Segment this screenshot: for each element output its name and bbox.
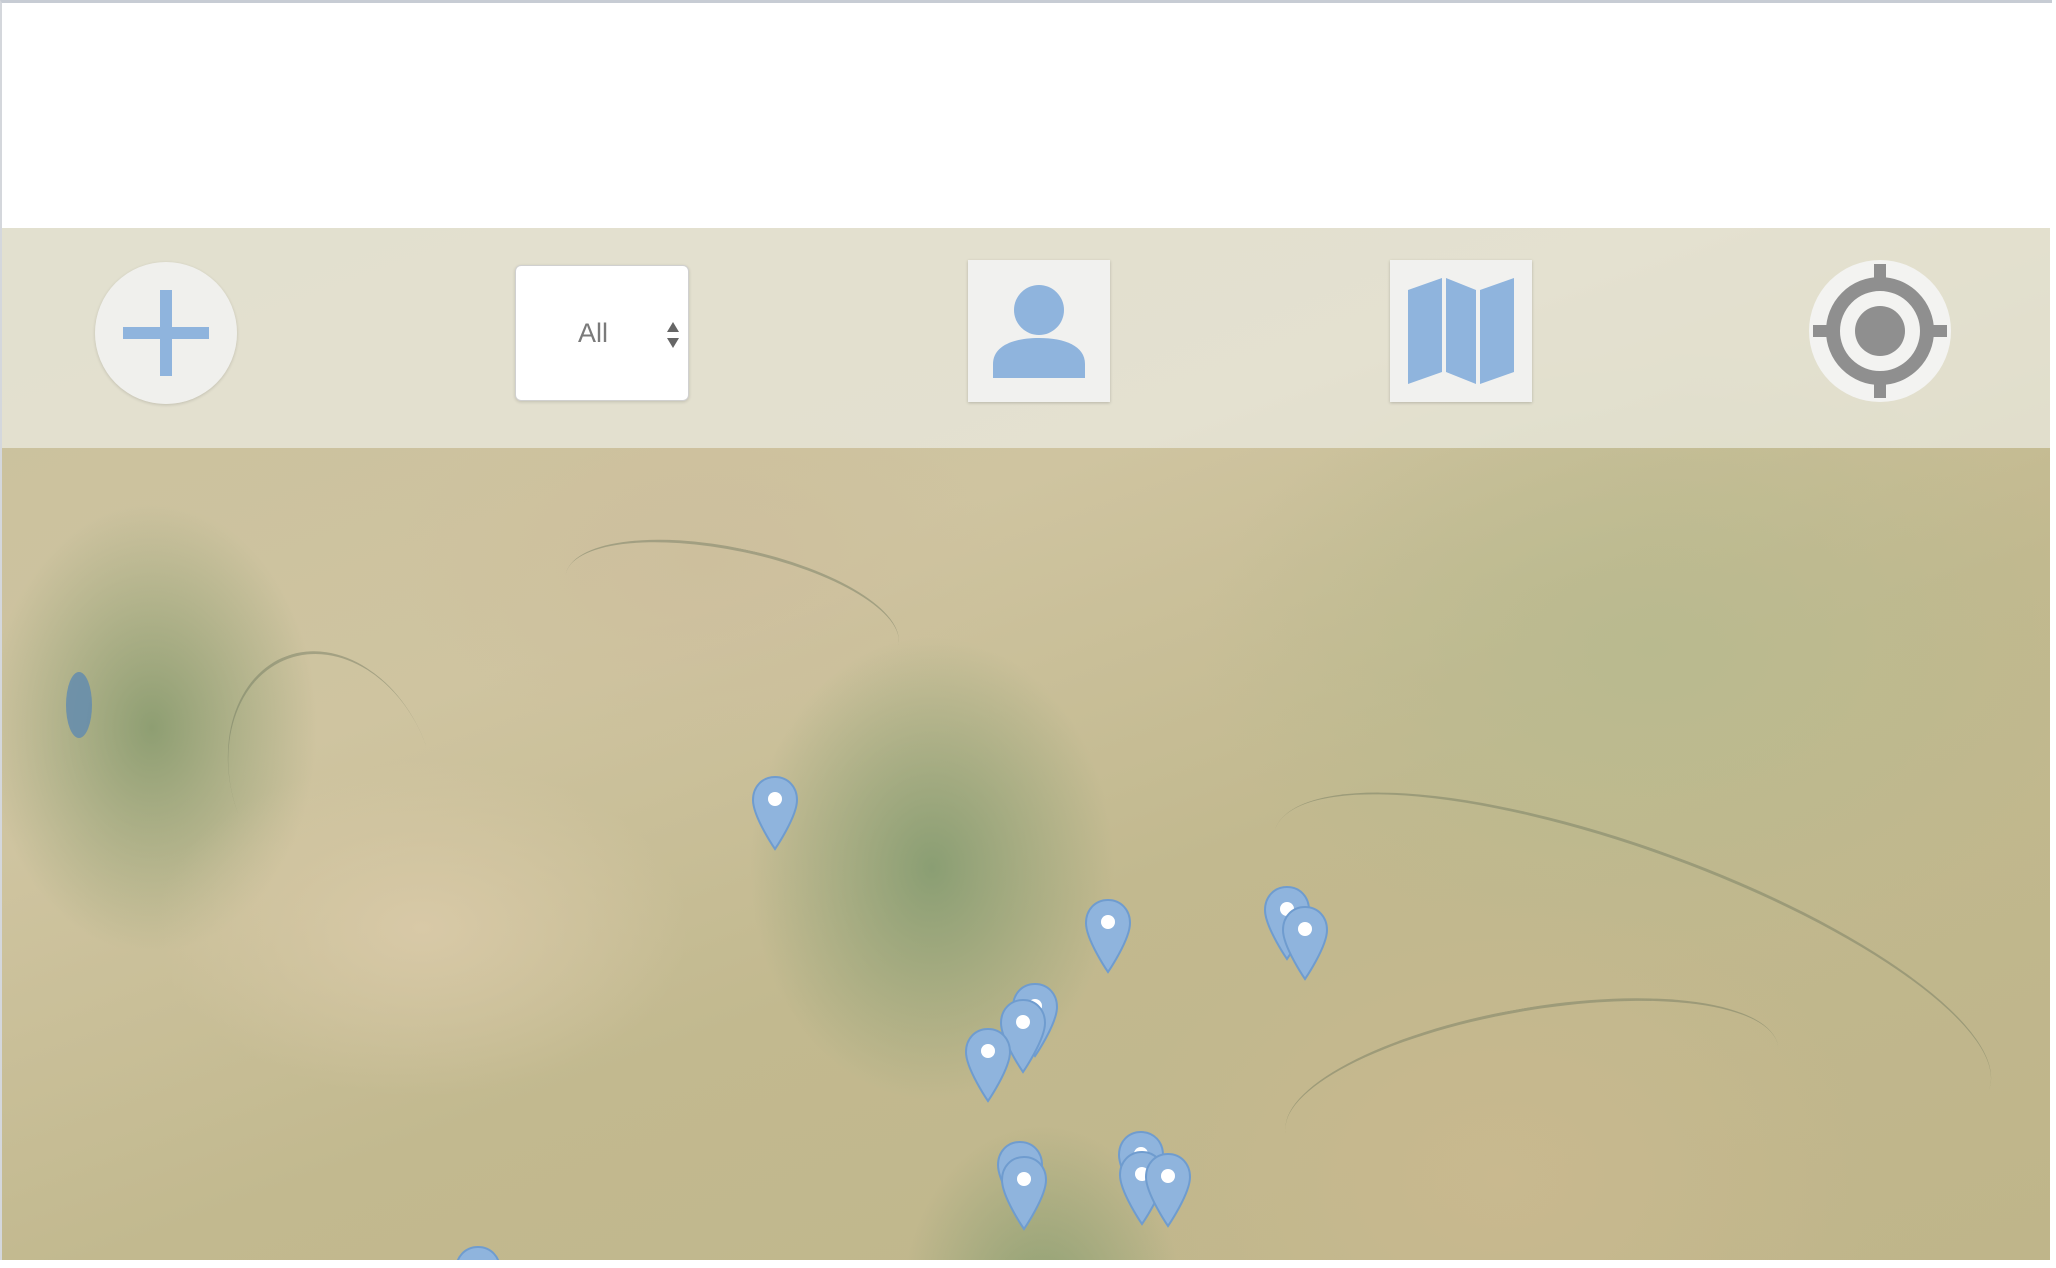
map-pin-icon[interactable] xyxy=(1143,1152,1193,1228)
map-pin-icon[interactable] xyxy=(453,1245,503,1260)
header-blank-area xyxy=(2,3,2050,228)
map-pin-icon[interactable] xyxy=(1083,898,1133,974)
filter-select-value: All xyxy=(578,318,609,348)
map-pin-icon[interactable] xyxy=(999,1155,1049,1231)
crosshair-icon xyxy=(1813,264,1947,398)
map-layers-button[interactable] xyxy=(1390,260,1532,402)
map-pin-icon[interactable] xyxy=(963,1027,1013,1103)
map-pin-icon[interactable] xyxy=(1280,905,1330,981)
map-icon xyxy=(1408,278,1514,384)
locate-button[interactable] xyxy=(1809,260,1951,402)
add-button[interactable] xyxy=(95,262,237,404)
filter-select[interactable]: All xyxy=(515,265,689,401)
select-arrows-icon xyxy=(667,322,679,348)
river xyxy=(552,513,912,706)
river xyxy=(193,621,471,938)
plus-icon xyxy=(123,290,209,376)
map-pin-icon[interactable] xyxy=(750,775,800,851)
user-icon xyxy=(993,285,1085,378)
lake xyxy=(66,672,92,738)
profile-button[interactable] xyxy=(968,260,1110,402)
bottom-edge xyxy=(0,1260,2056,1268)
